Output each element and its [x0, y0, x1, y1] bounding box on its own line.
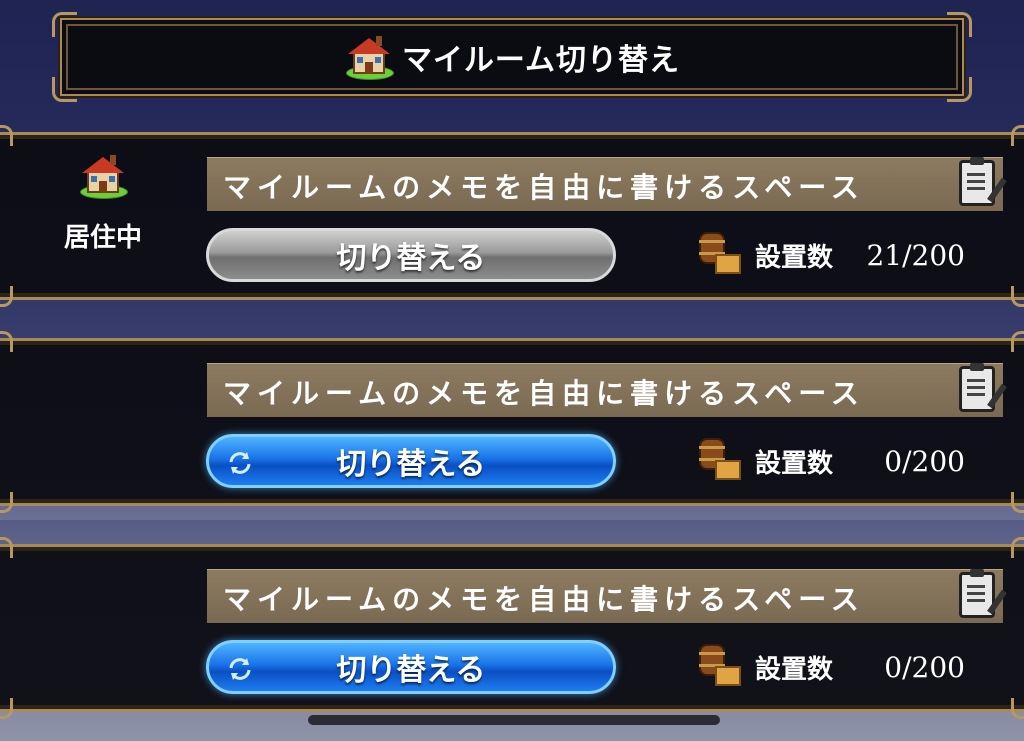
room-memo-text: マイルームのメモを自由に書けるスペース	[223, 377, 865, 410]
room-memo-text: マイルームのメモを自由に書けるスペース	[223, 583, 865, 616]
title-banner: マイルーム切り替え	[52, 12, 972, 102]
swap-icon	[227, 449, 253, 475]
switch-room-button[interactable]: 切り替える	[206, 434, 616, 488]
room-memo-field[interactable]: マイルームのメモを自由に書けるスペース	[207, 569, 1007, 623]
placed-count: 設置数 21/200	[697, 230, 977, 280]
switch-room-button[interactable]: 切り替える	[206, 228, 616, 282]
switch-room-button[interactable]: 切り替える	[206, 640, 616, 694]
placed-count-label: 設置数	[755, 654, 834, 685]
placed-count: 設置数 0/200	[697, 436, 977, 486]
house-icon	[344, 34, 394, 80]
page-title: マイルーム切り替え	[401, 43, 681, 78]
furniture-icon	[697, 644, 745, 690]
placed-count: 設置数 0/200	[697, 642, 977, 692]
room-memo-field[interactable]: マイルームのメモを自由に書けるスペース	[207, 363, 1007, 417]
placed-count-value: 21/200	[866, 238, 965, 272]
room-memo-text: マイルームのメモを自由に書けるスペース	[223, 171, 865, 204]
edit-memo-icon[interactable]	[959, 157, 1007, 206]
room-memo-field[interactable]: マイルームのメモを自由に書けるスペース	[207, 157, 1007, 211]
placed-count-label: 設置数	[755, 448, 834, 479]
placed-count-value: 0/200	[884, 650, 965, 684]
placed-count-label: 設置数	[755, 242, 834, 273]
furniture-icon	[697, 232, 745, 278]
placed-count-value: 0/200	[884, 444, 965, 478]
residing-label: 居住中	[63, 223, 142, 253]
current-room-status: 居住中	[48, 153, 158, 254]
furniture-icon	[697, 438, 745, 484]
switch-room-button-label: 切り替える	[336, 241, 486, 276]
switch-room-button-label: 切り替える	[336, 447, 486, 482]
home-indicator[interactable]	[308, 715, 720, 725]
switch-room-button-label: 切り替える	[336, 653, 486, 688]
edit-memo-icon[interactable]	[959, 363, 1007, 412]
room-row-1: 居住中 マイルームのメモを自由に書けるスペース 切り替える 設置数 21/200	[0, 125, 1024, 307]
room-row-3: マイルームのメモを自由に書けるスペース 切り替える 設置数 0/200	[0, 537, 1024, 719]
house-icon	[78, 153, 128, 199]
room-row-2: マイルームのメモを自由に書けるスペース 切り替える 設置数 0/200	[0, 331, 1024, 513]
edit-memo-icon[interactable]	[959, 569, 1007, 618]
swap-icon	[227, 655, 253, 681]
